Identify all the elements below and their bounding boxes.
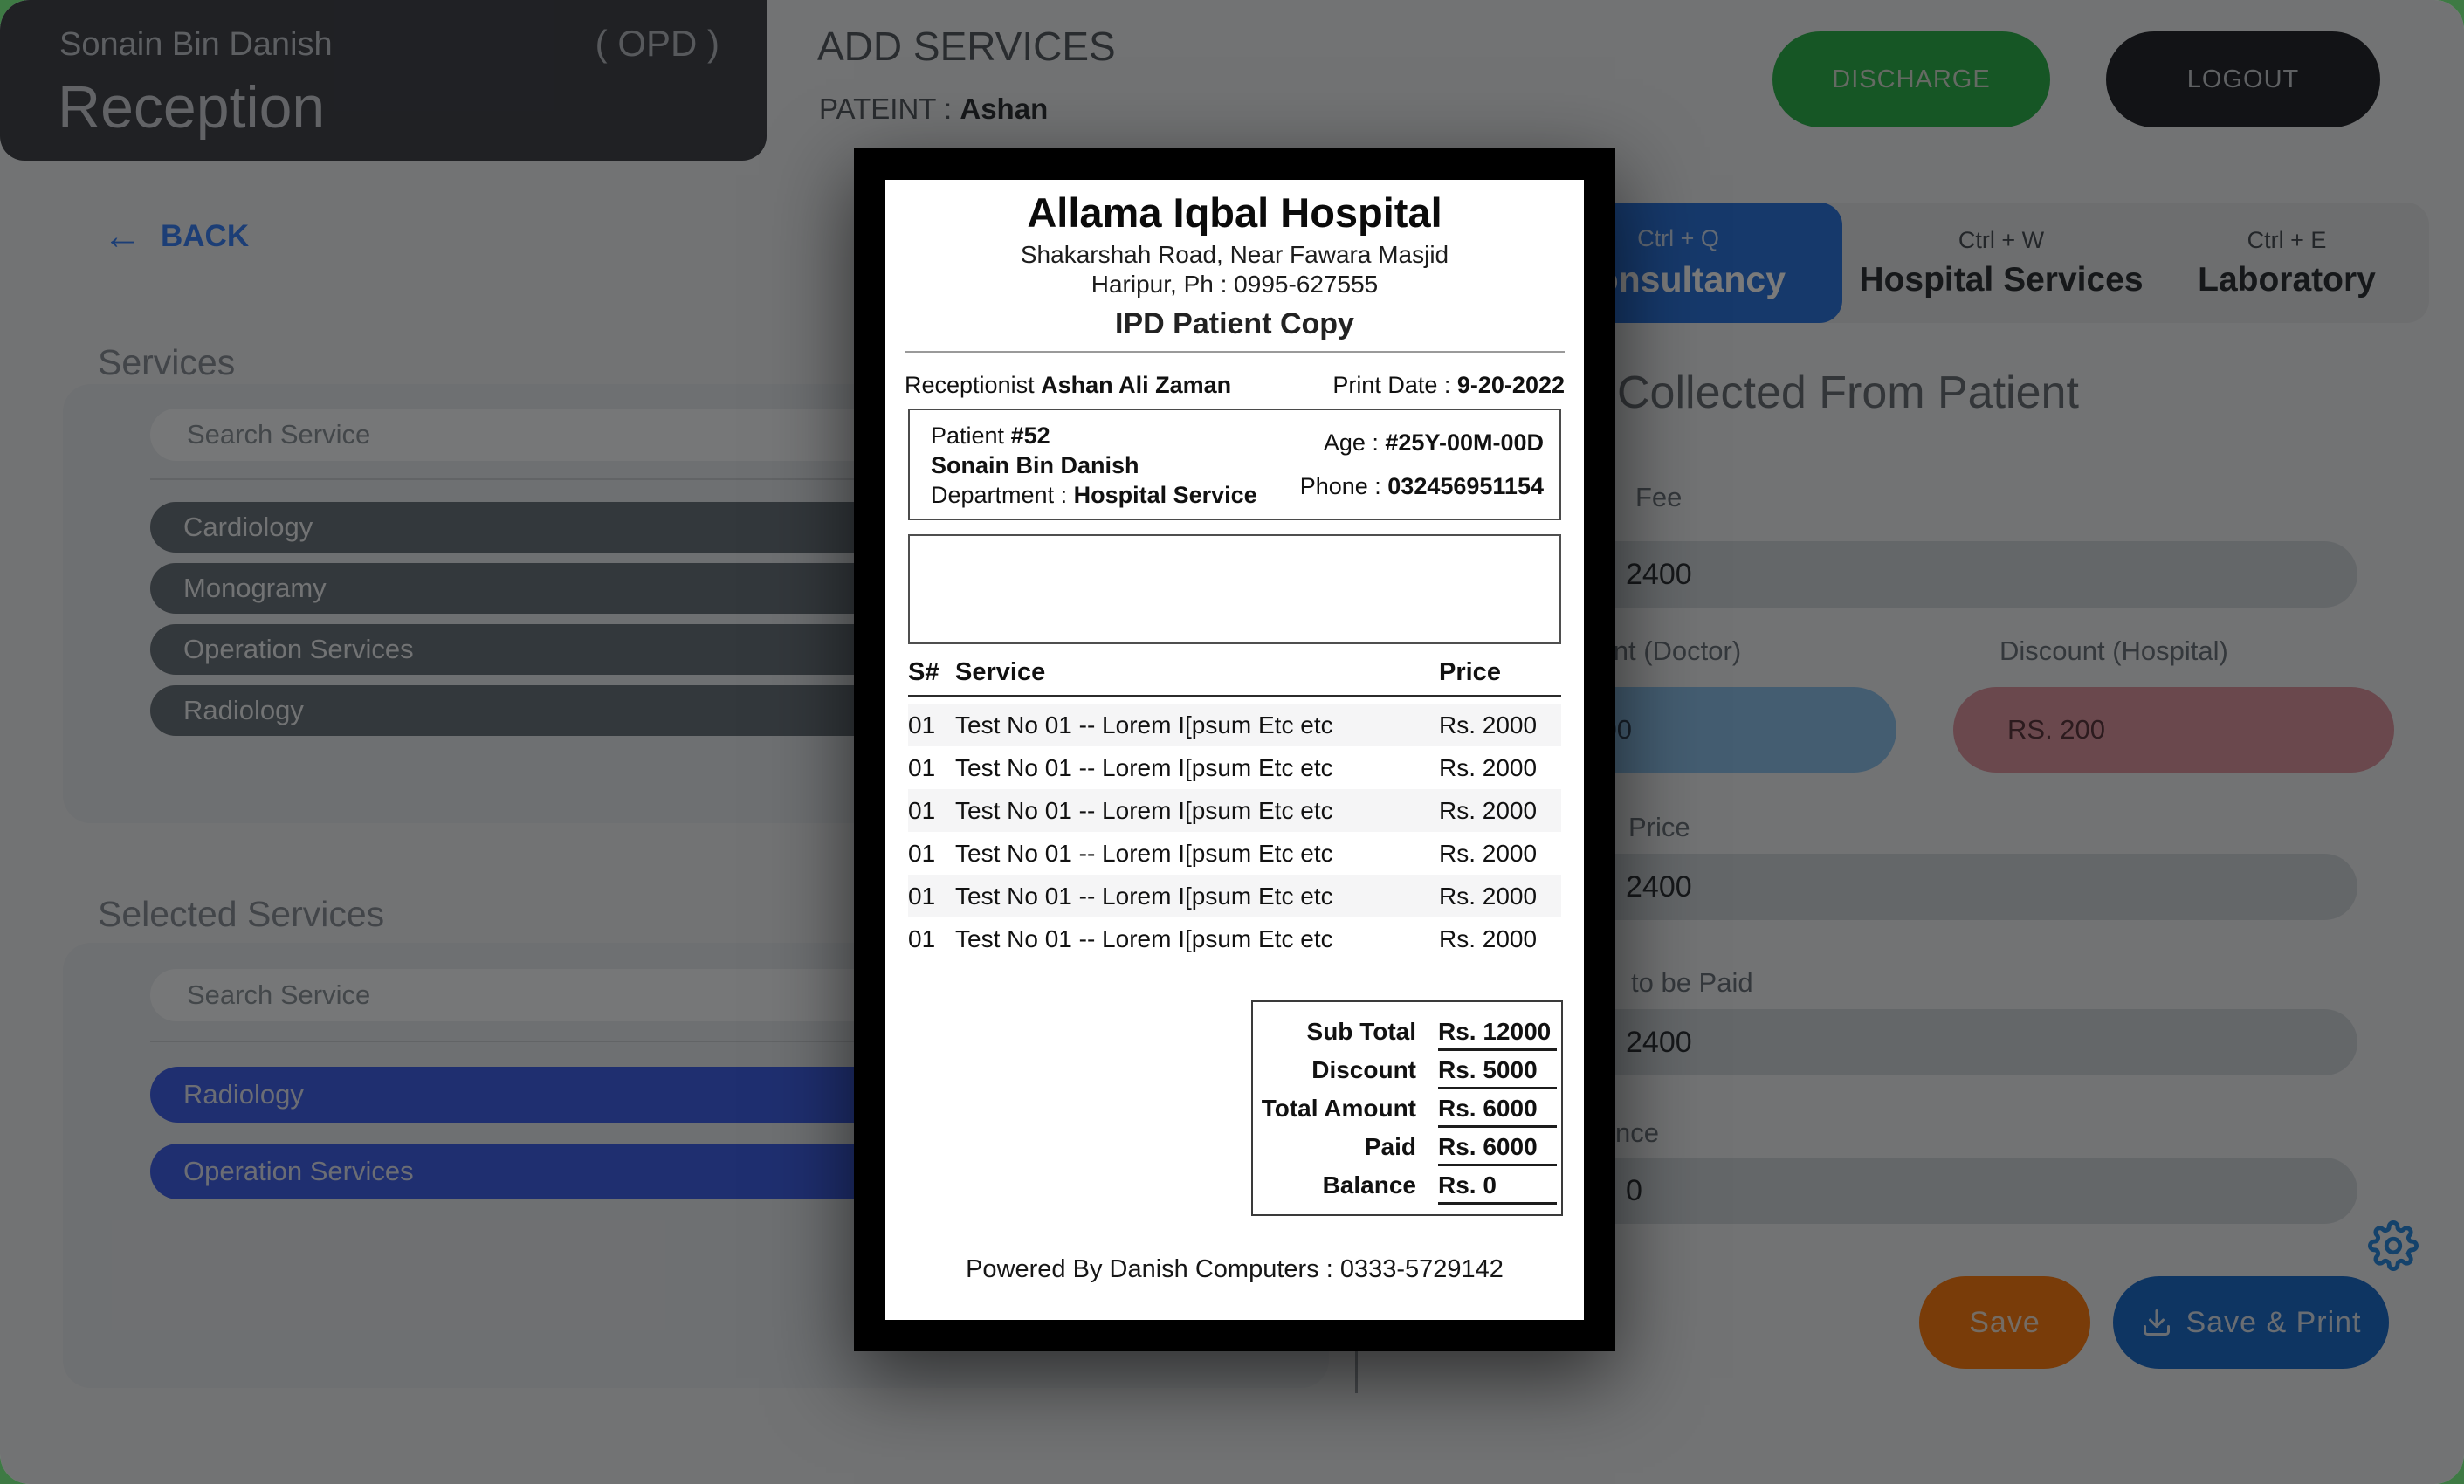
patient-phone: Phone : 032456951154 (1300, 473, 1544, 500)
app-window: Sonain Bin Danish ( OPD ) Reception ADD … (0, 0, 2464, 1484)
header-sno: S# (908, 658, 939, 687)
receptionist: Receptionist Ashan Ali Zaman (905, 372, 1231, 399)
patient-full-name: Sonain Bin Danish (931, 452, 1139, 479)
table-row: 01 Test No 01 -- Lorem I[psum Etc etc Rs… (908, 917, 1561, 960)
receipt: Allama Iqbal Hospital Shakarshah Road, N… (885, 180, 1584, 1320)
table-row: 01 Test No 01 -- Lorem I[psum Etc etc Rs… (908, 875, 1561, 917)
hospital-address: Shakarshah Road, Near Fawara Masjid (885, 241, 1584, 269)
header-service: Service (955, 658, 1045, 687)
table-row: 01 Test No 01 -- Lorem I[psum Etc etc Rs… (908, 832, 1561, 875)
print-date: Print Date : 9-20-2022 (1332, 372, 1565, 399)
print-preview-modal: Allama Iqbal Hospital Shakarshah Road, N… (854, 148, 1615, 1351)
copy-type: IPD Patient Copy (885, 307, 1584, 341)
total-row: Total Amount Rs. 6000 (1253, 1095, 1561, 1133)
screen: Sonain Bin Danish ( OPD ) Reception ADD … (0, 0, 2464, 1484)
notes-box (908, 534, 1561, 644)
total-row: Balance Rs. 0 (1253, 1171, 1561, 1210)
total-row: Paid Rs. 6000 (1253, 1133, 1561, 1171)
hospital-name: Allama Iqbal Hospital (885, 189, 1584, 237)
table-row: 01 Test No 01 -- Lorem I[psum Etc etc Rs… (908, 746, 1561, 789)
divider (905, 351, 1565, 353)
hospital-phone: Haripur, Ph : 0995-627555 (885, 271, 1584, 299)
table-row: 01 Test No 01 -- Lorem I[psum Etc etc Rs… (908, 789, 1561, 832)
divider (908, 695, 1561, 697)
services-table: S# Service Price 01 Test No 01 -- Lorem … (908, 658, 1561, 960)
total-row: Discount Rs. 5000 (1253, 1056, 1561, 1095)
patient-info-box: Patient #52 Sonain Bin Danish Department… (908, 409, 1561, 520)
patient-department: Department : Hospital Service (931, 482, 1257, 509)
header-price: Price (1439, 658, 1501, 687)
totals-box: Sub Total Rs. 12000 Discount Rs. 5000 To… (1251, 1000, 1563, 1216)
receptionist-name: Ashan Ali Zaman (1041, 372, 1231, 398)
table-row: 01 Test No 01 -- Lorem I[psum Etc etc Rs… (908, 704, 1561, 746)
table-header: S# Service Price (908, 658, 1561, 695)
patient-age: Age : #25Y-00M-00D (1324, 429, 1544, 457)
table-rows: 01 Test No 01 -- Lorem I[psum Etc etc Rs… (908, 704, 1561, 960)
receipt-meta-row: Receptionist Ashan Ali Zaman Print Date … (905, 372, 1565, 399)
print-date-value: 9-20-2022 (1457, 372, 1565, 398)
receipt-footer: Powered By Danish Computers : 0333-57291… (885, 1255, 1584, 1284)
patient-number: Patient #52 (931, 423, 1050, 450)
total-row: Sub Total Rs. 12000 (1253, 1018, 1561, 1056)
